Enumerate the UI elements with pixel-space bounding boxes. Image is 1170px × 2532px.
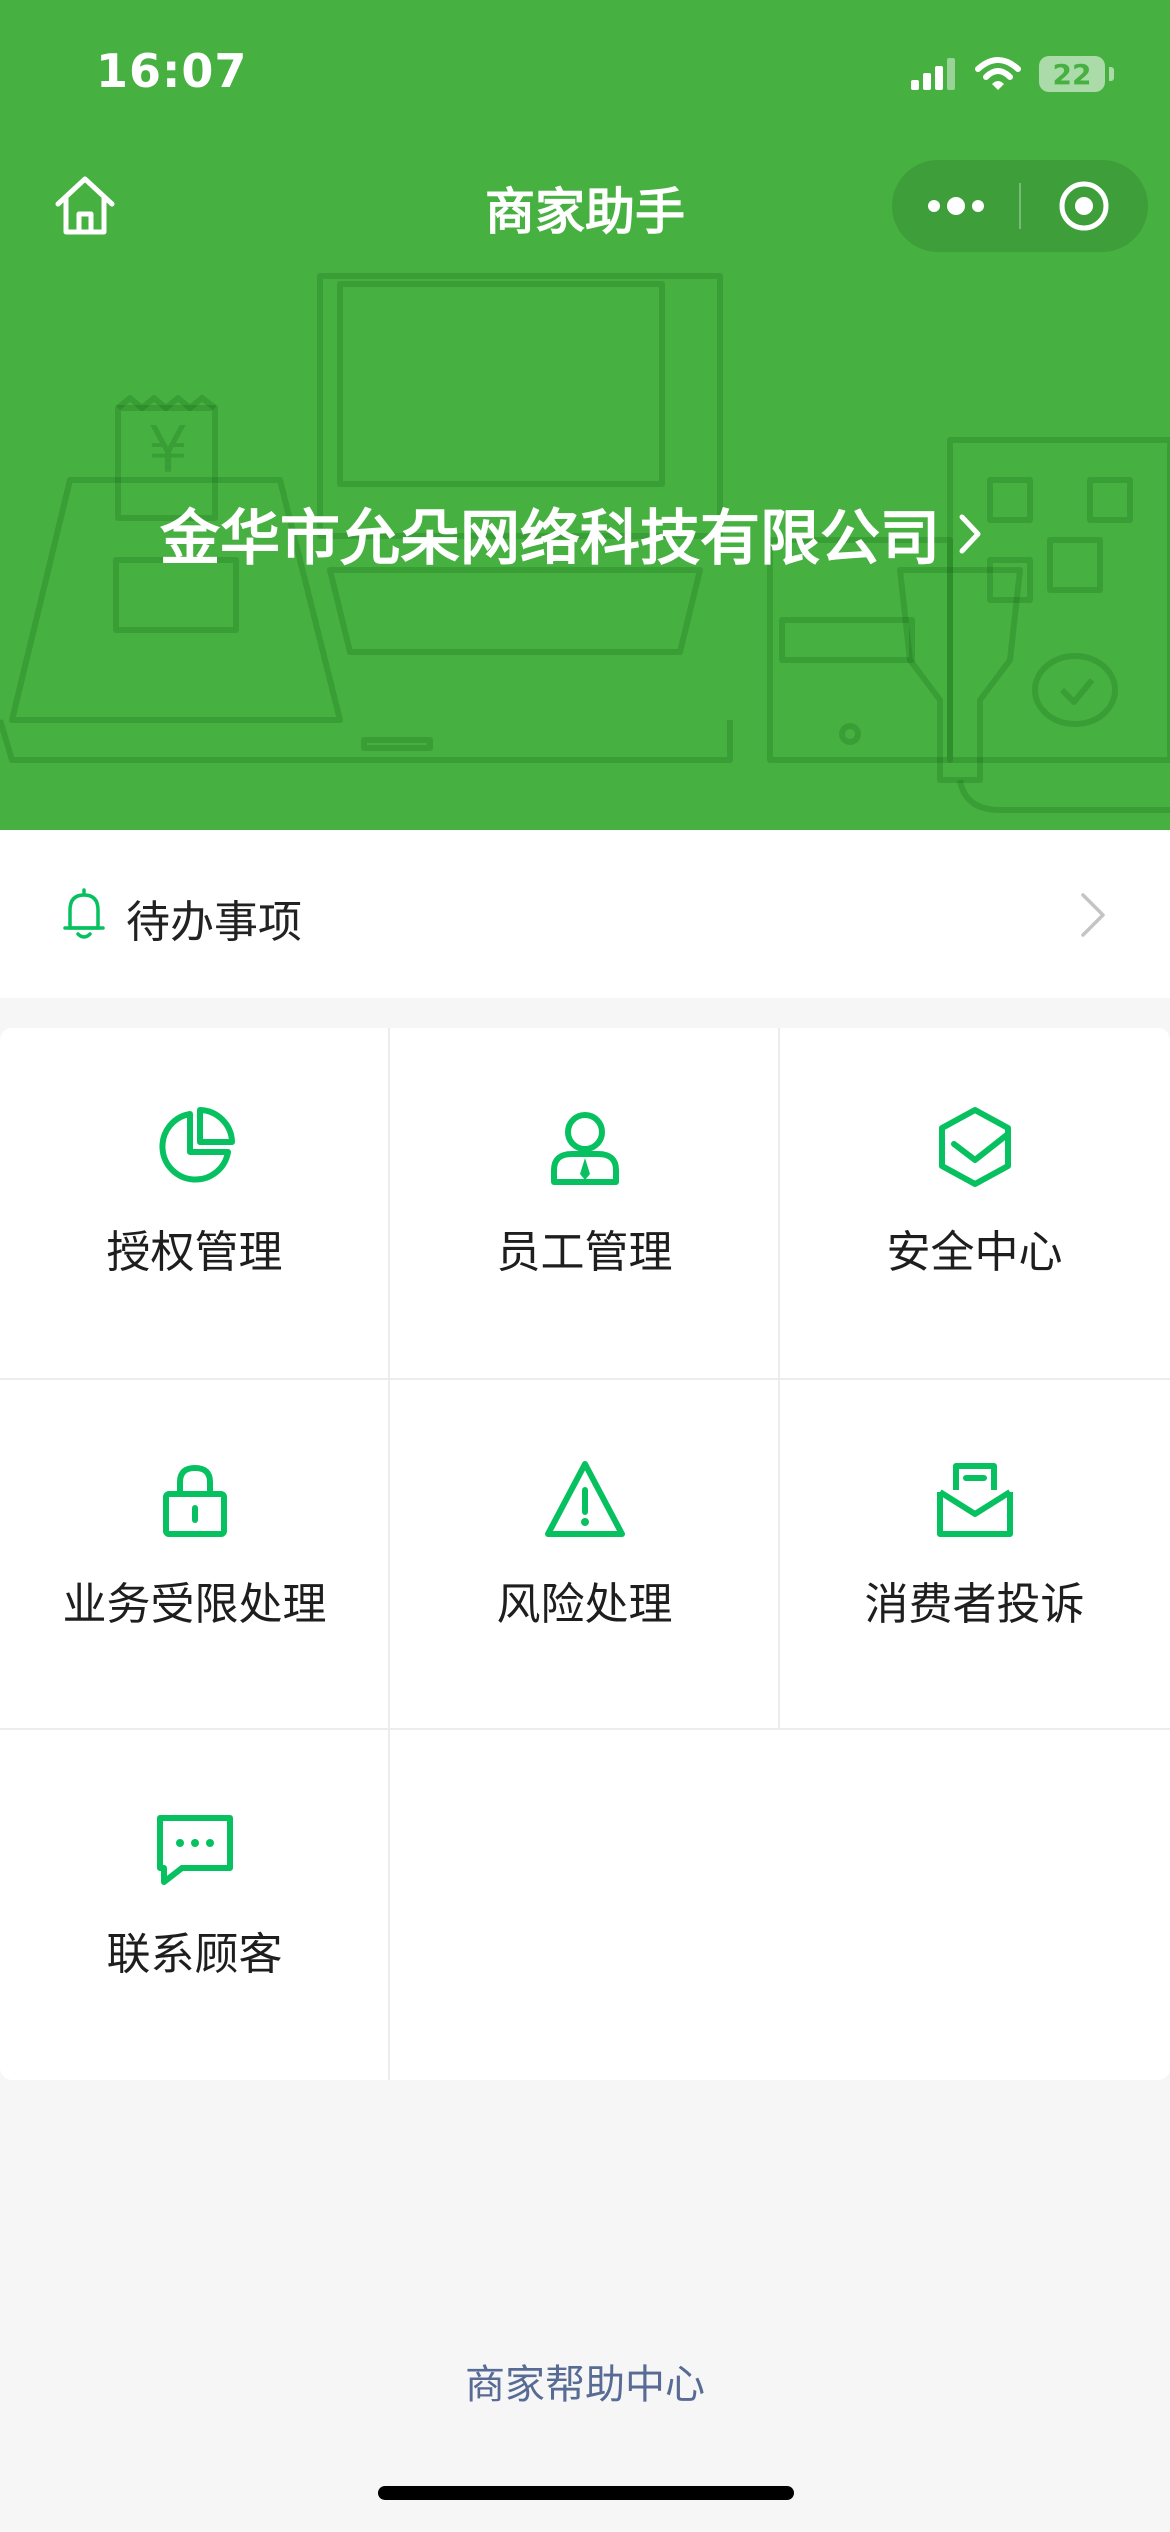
more-dots-icon	[927, 197, 984, 215]
warning-icon	[544, 1461, 625, 1537]
menu-item-security-center[interactable]: 安全中心	[780, 1028, 1169, 1378]
target-circle-icon	[1059, 181, 1109, 231]
shield-icon	[938, 1107, 1011, 1187]
battery-cap	[1109, 67, 1114, 81]
home-indicator[interactable]	[378, 2486, 794, 2500]
pie-chart-icon	[158, 1107, 235, 1183]
menu-item-label: 员工管理	[496, 1227, 673, 1278]
battery-level: 22	[1052, 57, 1092, 91]
menu-item-risk-handling[interactable]: 风险处理	[390, 1380, 779, 1730]
menu-item-label: 联系顾客	[106, 1929, 283, 1980]
menu-item-label: 业务受限处理	[62, 1579, 327, 1630]
battery-indicator: 22	[1039, 56, 1105, 92]
menu-grid: 授权管理 员工管理 安全中心 业务受限处理 风险处理 消费者投诉 联系顾客	[0, 1028, 1170, 2080]
mail-icon	[936, 1463, 1013, 1537]
employee-icon	[550, 1112, 619, 1185]
company-name-link[interactable]: 金华市允朵网络科技有限公司	[160, 490, 984, 577]
chevron-right-icon	[1081, 893, 1105, 937]
help-center-link[interactable]: 商家帮助中心	[0, 2352, 1170, 2410]
svg-text:¥: ¥	[148, 414, 189, 488]
cashier-illustration: ¥	[0, 273, 1170, 813]
menu-item-label: 消费者投诉	[864, 1579, 1085, 1630]
todo-label: 待办事项	[126, 897, 302, 948]
lock-icon	[162, 1464, 227, 1537]
wifi-icon	[975, 57, 1021, 90]
menu-item-contact-customer[interactable]: 联系顾客	[0, 1730, 389, 2080]
status-icons: 22	[911, 52, 1114, 96]
chat-icon	[156, 1815, 233, 1885]
more-button[interactable]	[892, 160, 1019, 252]
menu-item-consumer-complaints[interactable]: 消费者投诉	[780, 1380, 1169, 1730]
menu-item-label: 安全中心	[886, 1227, 1063, 1278]
header-banner: ¥ 16:07 22 商家助手 金华市允朵网络科技有限公司	[0, 0, 1170, 830]
signal-icon	[911, 58, 955, 90]
menu-item-label: 风险处理	[496, 1579, 673, 1630]
mini-program-capsule	[892, 160, 1148, 252]
company-name: 金华市允朵网络科技有限公司	[160, 504, 940, 574]
todo-row[interactable]: 待办事项	[0, 830, 1170, 998]
close-button[interactable]	[1021, 160, 1148, 252]
status-time: 16:07	[96, 44, 248, 98]
chevron-right-icon	[959, 514, 981, 553]
bell-icon	[63, 888, 105, 939]
menu-item-employees[interactable]: 员工管理	[390, 1028, 779, 1378]
menu-item-label: 授权管理	[106, 1227, 283, 1278]
menu-item-business-restriction[interactable]: 业务受限处理	[0, 1380, 389, 1730]
menu-item-authorization[interactable]: 授权管理	[0, 1028, 389, 1378]
